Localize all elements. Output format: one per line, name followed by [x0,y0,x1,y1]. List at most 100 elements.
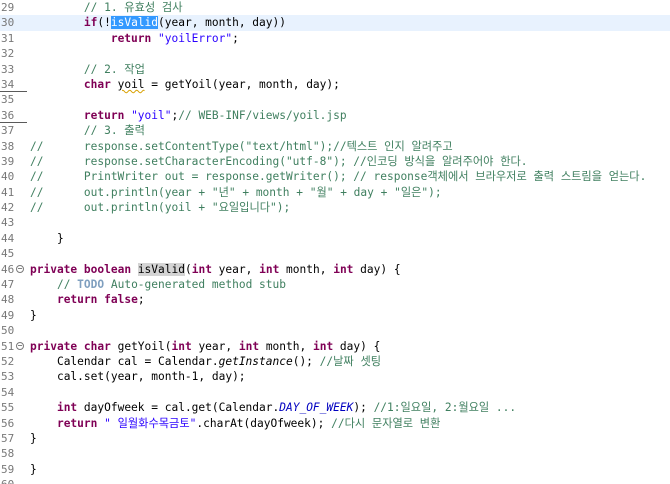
code-line[interactable]: 57} [0,431,670,446]
line-number: 36 [0,108,27,124]
code-token: char [83,339,111,353]
code-line[interactable]: 49} [0,308,670,323]
code-line[interactable]: 39 // response.setCharacterEncoding("utf-… [0,154,670,169]
code-editor[interactable]: 29 // 1. 유효성 검사 30 if(!isValid(year, mont… [0,0,670,484]
code-text: // response.setContentType("text/html");… [30,139,453,154]
code-text: return "yoil";// WEB-INF/views/yoil.jsp [30,108,347,123]
code-line[interactable]: 34 char yoil = getYoil(year, month, day)… [0,77,670,93]
code-token: Auto-generated method stub [104,278,286,292]
code-token: day) { [333,339,381,353]
line-number: 35 [1,93,15,107]
code-text: if(!isValid(year, month, day)) [30,15,286,30]
code-token: return [110,31,152,45]
code-line[interactable]: 41 // out.println(year + "년" + month + "월… [0,185,670,200]
code-line[interactable]: 56 return " 일월화수목금토".charAt(dayOfweek); … [0,416,670,431]
code-line[interactable]: 35 [0,92,670,107]
fold-toggle-icon[interactable]: − [16,264,24,273]
code-token: "yoil" [131,108,172,122]
code-line[interactable]: 31 return "yoilError"; [0,31,670,46]
code-token: TODO [77,278,105,292]
code-line[interactable]: 37 // 3. 출력 [0,123,670,138]
code-line[interactable]: 45 [0,246,670,261]
code-token: (! [97,16,111,30]
code-token: .charAt(dayOfweek); [196,416,332,430]
code-line[interactable]: 47 // TODO Auto-generated method stub [0,277,670,292]
code-line[interactable]: 44 } [0,231,670,246]
code-token: } [30,462,37,476]
code-token: // out.println(yoil + "요일입니다"); [30,201,291,215]
code-token: year, [211,262,260,276]
code-text: private char getYoil(int year, int month… [30,339,380,354]
code-line[interactable]: 42 // out.println(yoil + "요일입니다"); [0,200,670,215]
fold-toggle-icon[interactable]: − [16,341,24,350]
code-token: // [56,278,78,292]
code-token: ( [184,262,192,276]
code-token: // PrintWriter out = response.getWriter(… [30,170,647,184]
code-line[interactable]: 32 [0,46,670,61]
code-line[interactable]: 50 [0,323,670,338]
line-number: 42 [1,201,15,215]
code-token: int [259,262,280,276]
line-number: 53 [1,370,15,384]
code-line[interactable]: 46− private boolean isValid(int year, int… [0,262,670,277]
code-token: "yoilError" [158,31,233,45]
line-number: 48 [1,293,15,307]
code-line[interactable]: 54 [0,385,670,400]
line-number: 38 [1,139,15,153]
code-token: char [83,77,111,91]
code-text: return false; [30,292,145,307]
code-token: int [191,262,212,276]
code-line[interactable]: 59} [0,462,670,477]
line-number: 40 [1,170,15,184]
code-token: month, [279,262,334,276]
line-number: 44 [1,231,15,245]
code-line[interactable]: 51− private char getYoil(int year, int mo… [0,339,670,354]
code-text: // PrintWriter out = response.getWriter(… [30,169,646,184]
code-token: getInstance [218,354,293,368]
code-text: // 3. 출력 [30,123,145,138]
line-number: 55 [1,401,15,415]
code-token: ; [137,293,145,307]
code-line[interactable]: 60 [0,477,670,484]
code-token: } [30,431,37,445]
code-line[interactable]: 43 [0,215,670,230]
line-number: 30 [1,16,15,30]
code-line[interactable]: 38 // response.setContentType("text/html"… [0,139,670,154]
code-token: DAY_OF_WEEK [279,401,354,415]
code-text: private boolean isValid(int year, int mo… [30,262,401,277]
code-token: //다시 문자열로 변환 [331,416,441,430]
code-token: int [56,401,78,415]
code-text: int dayOfweek = cal.get(Calendar.DAY_OF_… [30,400,516,415]
code-line[interactable]: 36 return "yoil";// WEB-INF/views/yoil.j… [0,108,670,124]
code-line[interactable]: 53 cal.set(year, month-1, day); [0,369,670,384]
code-token: } [56,231,64,245]
code-token: (year, month, day)) [158,16,286,30]
code-token: isValid [137,262,185,276]
code-line[interactable]: 58 [0,446,670,461]
code-line[interactable]: 40 // PrintWriter out = response.getWrite… [0,169,670,184]
code-token: = getYoil(year, month, day); [144,77,340,91]
code-line[interactable]: 55 int dayOfweek = cal.get(Calendar.DAY_… [0,400,670,415]
line-number: 33 [1,62,15,76]
code-token: int [312,339,334,353]
code-line[interactable]: 29 // 1. 유효성 검사 [0,0,670,15]
code-token: // 2. 작업 [83,62,145,76]
code-line[interactable]: 52 Calendar cal = Calendar.getInstance()… [0,354,670,369]
code-line[interactable]: 30 if(!isValid(year, month, day)) [0,15,670,31]
line-number: 37 [1,124,15,138]
code-token: cal.set(year, month-1, day); [56,370,246,384]
line-number: 59 [1,462,15,476]
code-line[interactable]: 33 // 2. 작업 [0,62,670,77]
code-token: // 1. 유효성 검사 [83,1,183,14]
code-line[interactable]: 48 return false; [0,292,670,307]
code-token: // 3. 출력 [83,124,145,138]
